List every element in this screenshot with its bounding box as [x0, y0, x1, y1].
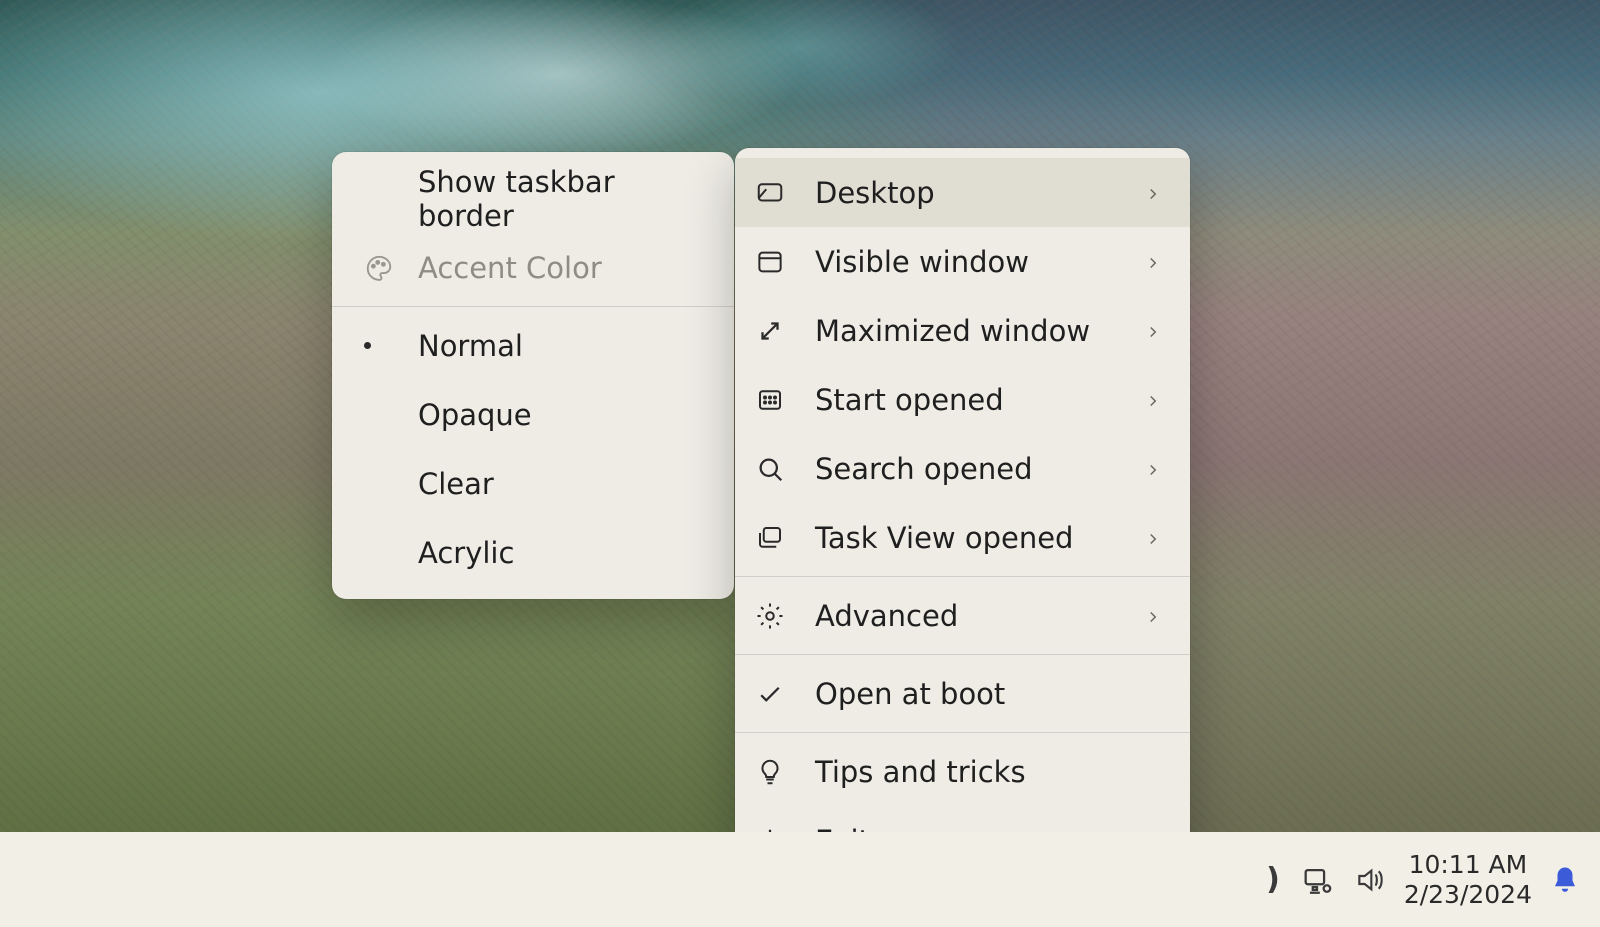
check-icon — [755, 679, 815, 709]
chevron-right-icon — [1144, 176, 1162, 210]
time-label: 10:11 AM — [1404, 850, 1532, 880]
date-label: 2/23/2024 — [1404, 880, 1532, 910]
bullet-slot — [364, 342, 418, 349]
selected-bullet — [364, 342, 371, 349]
search-icon — [755, 454, 815, 484]
clock[interactable]: 10:11 AM 2/23/2024 — [1404, 850, 1532, 910]
menu-item-label: Task View opened — [815, 521, 1144, 555]
menu-item-label: Show taskbar border — [418, 165, 706, 233]
menu-item-maximized-window[interactable]: Maximized window — [735, 296, 1190, 365]
menu-item-label: Normal — [418, 329, 706, 363]
menu-item-label: Tips and tricks — [815, 755, 1162, 789]
menu-item-label: Search opened — [815, 452, 1144, 486]
chevron-right-icon — [1144, 452, 1162, 486]
menu-item-accent-color: Accent Color — [332, 233, 734, 302]
menu-item-label: Maximized window — [815, 314, 1144, 348]
notifications-icon[interactable] — [1550, 865, 1580, 895]
volume-icon[interactable] — [1354, 864, 1386, 896]
menu-item-opaque[interactable]: Opaque — [332, 380, 734, 449]
palette-icon — [364, 253, 418, 283]
menu-divider — [332, 306, 734, 307]
chevron-right-icon — [1144, 383, 1162, 417]
window-icon — [755, 247, 815, 277]
network-icon[interactable] — [1300, 863, 1334, 897]
menu-item-label: Open at boot — [815, 677, 1162, 711]
menu-item-label: Advanced — [815, 599, 1144, 633]
menu-divider — [735, 576, 1190, 577]
menu-item-advanced[interactable]: Advanced — [735, 581, 1190, 650]
menu-divider — [735, 732, 1190, 733]
gear-icon — [755, 601, 815, 631]
bulb-icon — [755, 757, 815, 787]
system-tray: ) — [1266, 862, 1386, 897]
expand-icon — [755, 316, 815, 346]
context-menu-main: Desktop Visible window Maximized window — [735, 148, 1190, 885]
taskbar[interactable]: ) 10:11 AM 2/23/2024 — [0, 832, 1600, 927]
menu-item-label: Desktop — [815, 176, 1144, 210]
menu-item-label: Accent Color — [418, 251, 706, 285]
submenu-desktop: Show taskbar border Accent Color Normal … — [332, 152, 734, 599]
menu-item-normal[interactable]: Normal — [332, 311, 734, 380]
menu-item-open-at-boot[interactable]: Open at boot — [735, 659, 1190, 728]
menu-item-clear[interactable]: Clear — [332, 449, 734, 518]
chevron-right-icon — [1144, 245, 1162, 279]
menu-item-label: Acrylic — [418, 536, 706, 570]
menu-item-visible-window[interactable]: Visible window — [735, 227, 1190, 296]
menu-item-tips-and-tricks[interactable]: Tips and tricks — [735, 737, 1190, 806]
desktop-icon — [755, 178, 815, 208]
chevron-right-icon — [1144, 314, 1162, 348]
menu-item-taskview-opened[interactable]: Task View opened — [735, 503, 1190, 572]
menu-item-acrylic[interactable]: Acrylic — [332, 518, 734, 587]
menu-divider — [735, 654, 1190, 655]
grid-icon — [755, 385, 815, 415]
menu-item-start-opened[interactable]: Start opened — [735, 365, 1190, 434]
tray-app-icon[interactable]: ) — [1266, 862, 1280, 897]
menu-item-show-taskbar-border[interactable]: Show taskbar border — [332, 164, 734, 233]
menu-item-desktop[interactable]: Desktop — [735, 158, 1190, 227]
chevron-right-icon — [1144, 521, 1162, 555]
chevron-right-icon — [1144, 599, 1162, 633]
taskview-icon — [755, 523, 815, 553]
menu-item-label: Clear — [418, 467, 706, 501]
menu-item-search-opened[interactable]: Search opened — [735, 434, 1190, 503]
menu-item-label: Visible window — [815, 245, 1144, 279]
menu-item-label: Opaque — [418, 398, 706, 432]
menu-item-label: Start opened — [815, 383, 1144, 417]
